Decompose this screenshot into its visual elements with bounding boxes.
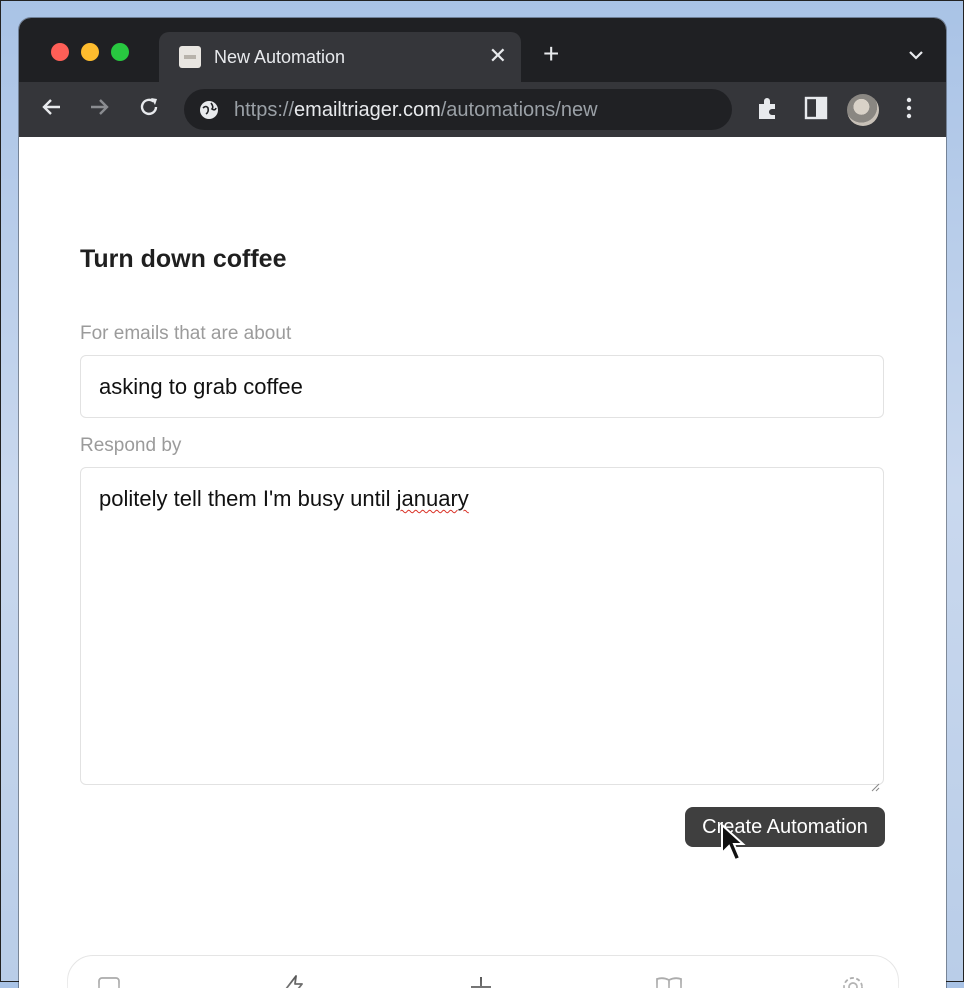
tab-title: New Automation: [214, 47, 346, 67]
reload-icon[interactable]: [134, 94, 164, 124]
respond-textarea[interactable]: politely tell them I'm busy until januar…: [80, 467, 884, 792]
url-scheme: https://: [234, 99, 295, 121]
browser-titlebar: New Automation ✕ +: [19, 18, 946, 84]
browser-tab[interactable]: New Automation ✕: [159, 32, 521, 84]
url-text: https://emailtriager.com/automations/new: [234, 99, 598, 122]
about-input[interactable]: asking to grab coffee: [80, 355, 884, 418]
url-path: /automations/new: [440, 99, 598, 121]
resize-handle-icon[interactable]: [870, 771, 880, 792]
chevron-down-icon[interactable]: [908, 44, 924, 65]
minimize-window-button[interactable]: [81, 43, 99, 61]
address-bar[interactable]: https://emailtriager.com/automations/new: [184, 89, 732, 130]
browser-window: New Automation ✕ + https://emailtriager.…: [19, 18, 946, 988]
more-menu-icon[interactable]: [905, 95, 913, 126]
new-tab-button[interactable]: +: [543, 40, 559, 68]
browser-toolbar: https://emailtriager.com/automations/new: [19, 82, 946, 137]
respond-text: politely tell them I'm busy until: [99, 486, 397, 511]
create-automation-button[interactable]: Create Automation: [685, 807, 885, 847]
bottom-fade: [19, 967, 946, 988]
maximize-window-button[interactable]: [111, 43, 129, 61]
url-domain: emailtriager.com: [294, 99, 441, 121]
about-label: For emails that are about: [80, 323, 292, 344]
close-window-button[interactable]: [51, 43, 69, 61]
globe-icon: [198, 99, 220, 126]
mouse-pointer-icon: [720, 822, 746, 868]
favicon-icon: [179, 46, 201, 68]
back-arrow-icon[interactable]: [37, 94, 67, 124]
respond-label: Respond by: [80, 435, 182, 456]
page-title: Turn down coffee: [80, 245, 287, 273]
close-icon[interactable]: ✕: [489, 44, 507, 68]
page-content: Turn down coffee For emails that are abo…: [19, 137, 946, 988]
extensions-icon[interactable]: [756, 95, 780, 126]
misspelled-word: january: [396, 486, 469, 511]
profile-avatar[interactable]: [847, 94, 879, 126]
side-panel-icon[interactable]: [804, 95, 828, 126]
forward-arrow-icon[interactable]: [84, 94, 114, 124]
